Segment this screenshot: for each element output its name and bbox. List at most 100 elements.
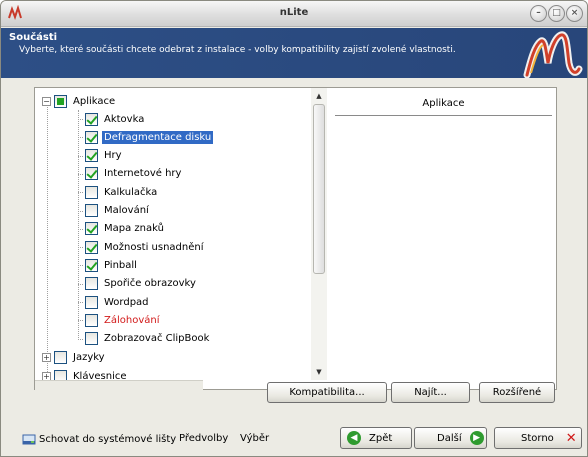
tree-item[interactable]: Zobrazovač ClipBook: [75, 330, 211, 348]
tree-connector: [78, 137, 83, 139]
tree-item-label: Wordpad: [104, 296, 149, 308]
group-checkbox[interactable]: [54, 350, 67, 364]
description-pane: Aplikace: [335, 96, 552, 117]
item-checkbox[interactable]: [85, 258, 98, 272]
tree-item-label: Defragmentace disku: [102, 130, 214, 144]
tree-item[interactable]: Hry: [75, 147, 124, 165]
tree-item-label: Internetové hry: [104, 168, 182, 180]
tree-connector: [78, 247, 83, 249]
tree-connector: [78, 192, 83, 194]
tree-node-group[interactable]: + Jazyky: [42, 348, 107, 366]
tree-item[interactable]: Kalkulačka: [75, 183, 159, 201]
tree-connector: [78, 228, 83, 230]
tree-item[interactable]: Pinball: [75, 256, 139, 274]
tree-connector: [78, 210, 83, 212]
tree-connector: [78, 119, 83, 120]
back-button-label: Zpět: [369, 432, 393, 444]
tree-item[interactable]: Spořiče obrazovky: [75, 275, 198, 293]
tray-icon: [22, 434, 36, 445]
tree-node-label: Klávesnice: [73, 370, 127, 381]
tree-item[interactable]: Wordpad: [75, 293, 151, 311]
page-header: Součásti Vyberte, které součásti chcete …: [1, 28, 587, 79]
close-icon[interactable]: ×: [566, 5, 583, 22]
tree-item[interactable]: Možnosti usnadnění: [75, 238, 206, 256]
tree-connector: [78, 265, 83, 267]
back-button[interactable]: ◀ Zpět: [340, 427, 412, 449]
description-divider: [335, 115, 552, 117]
tree-item-label: Mapa znaků: [104, 223, 164, 235]
tree-item-label: Aktovka: [104, 113, 145, 125]
expand-icon[interactable]: +: [42, 352, 51, 362]
cancel-button[interactable]: Storno ✕: [494, 427, 582, 449]
tray-link-label: Schovat do systémové lišty: [39, 433, 177, 445]
tree-item[interactable]: Zálohování: [75, 311, 162, 329]
group-checkbox[interactable]: [54, 369, 67, 380]
item-checkbox[interactable]: [85, 112, 98, 126]
tree-scrollbar[interactable]: ▲ ▼: [311, 88, 327, 380]
presets-link[interactable]: Předvolby: [179, 433, 228, 444]
tree-connector: [78, 302, 83, 303]
tree-item-label: Spořiče obrazovky: [104, 278, 196, 290]
minimize-icon[interactable]: –: [530, 5, 547, 22]
page-subtitle: Vyberte, které součásti chcete odebrat z…: [19, 45, 456, 55]
tree-hscroll[interactable]: [35, 380, 203, 390]
maximize-icon[interactable]: □: [548, 5, 565, 22]
tree-node-label: Aplikace: [73, 95, 116, 107]
scroll-up-icon[interactable]: ▲: [311, 88, 327, 104]
item-checkbox[interactable]: [85, 185, 98, 199]
next-button[interactable]: Další ▶: [414, 427, 487, 449]
nlite-logo-icon: [523, 31, 583, 79]
find-button[interactable]: Najít...: [391, 382, 470, 403]
item-checkbox[interactable]: [85, 130, 98, 144]
tree-connector: [78, 155, 83, 157]
page-title: Součásti: [9, 32, 58, 43]
tree-node-root[interactable]: − Aplikace: [42, 92, 117, 110]
tree-item-label: Kalkulačka: [104, 186, 158, 198]
compatibility-button[interactable]: Kompatibilita...: [267, 382, 387, 403]
components-tree[interactable]: − Aplikace Aktovka Defragmentace disku Hry…: [35, 88, 311, 380]
close-icon: ✕: [565, 430, 577, 446]
expand-icon[interactable]: +: [42, 371, 51, 380]
tree-item[interactable]: Malování: [75, 202, 151, 220]
tree-item[interactable]: Mapa znaků: [75, 220, 166, 238]
item-checkbox[interactable]: [85, 204, 98, 217]
item-checkbox[interactable]: [85, 240, 98, 254]
item-checkbox[interactable]: [85, 277, 98, 291]
tree-connector: [78, 320, 83, 322]
description-title: Aplikace: [422, 98, 465, 109]
tray-link[interactable]: Schovat do systémové lišty: [22, 433, 176, 445]
tree-connector: [78, 173, 83, 175]
scroll-thumb[interactable]: [313, 104, 325, 274]
tree-node-group[interactable]: + Klávesnice: [42, 367, 129, 380]
nlite-window: nLite – □ × Součásti Vyberte, které souč…: [0, 0, 588, 457]
tree-item[interactable]: Aktovka: [75, 110, 146, 128]
tree-item-label: Hry: [104, 150, 122, 162]
tree-item-label: Zobrazovač ClipBook: [104, 333, 210, 345]
tree-item[interactable]: Internetové hry: [75, 165, 183, 183]
item-checkbox[interactable]: [85, 167, 98, 181]
window-title: nLite: [279, 7, 309, 18]
select-link[interactable]: Výběr: [240, 433, 269, 444]
cancel-button-label: Storno: [521, 432, 554, 444]
title-bar[interactable]: nLite – □ ×: [1, 1, 587, 27]
next-button-label: Další: [437, 432, 462, 444]
arrow-right-icon: ▶: [469, 431, 484, 445]
item-checkbox[interactable]: [85, 313, 98, 327]
tree-item-label: Zálohování: [104, 314, 160, 326]
tree-item-label: Možnosti usnadnění: [104, 241, 204, 253]
arrow-left-icon: ◀: [347, 431, 361, 445]
tree-connector: [47, 102, 48, 374]
tree-connector: [78, 338, 83, 340]
advanced-button[interactable]: Rozšířené: [479, 382, 555, 403]
item-checkbox[interactable]: [85, 332, 98, 346]
item-checkbox[interactable]: [85, 222, 98, 236]
tree-item[interactable]: Defragmentace disku: [75, 128, 214, 146]
collapse-icon[interactable]: −: [42, 96, 51, 106]
root-checkbox[interactable]: [54, 94, 67, 108]
tree-item-label: Malování: [104, 205, 149, 216]
tree-item-label: Pinball: [104, 259, 137, 271]
item-checkbox[interactable]: [85, 295, 98, 309]
tree-connector: [78, 283, 83, 285]
item-checkbox[interactable]: [85, 149, 98, 163]
scroll-down-icon[interactable]: ▼: [311, 364, 327, 380]
